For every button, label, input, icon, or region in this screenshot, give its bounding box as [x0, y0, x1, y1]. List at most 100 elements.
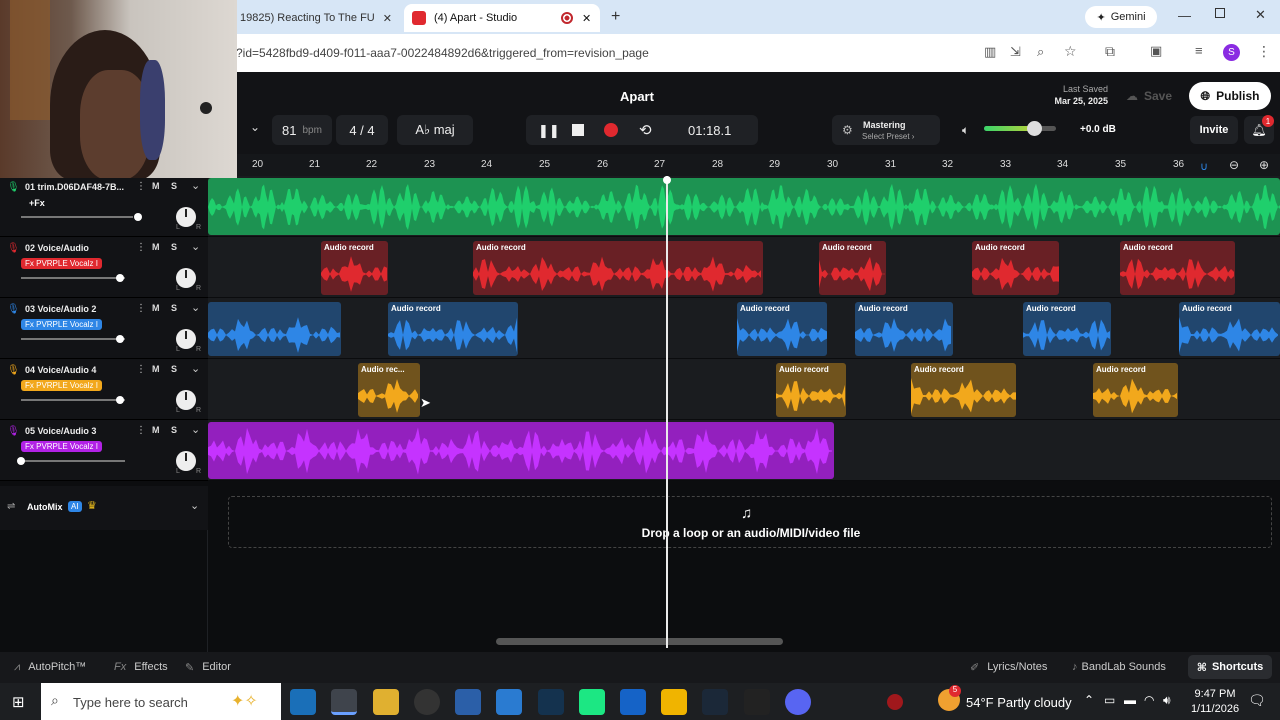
notification-center-icon[interactable]: 🗨︎	[1248, 692, 1266, 709]
clock-time[interactable]: 9:47 PM	[1190, 688, 1240, 700]
track-name[interactable]: 01 trim.D06DAF48-7B...	[25, 182, 124, 192]
bookmark-star-icon[interactable]: ☆	[1064, 43, 1077, 60]
loop-icon[interactable]: ⟲	[639, 121, 652, 139]
window-close-icon[interactable]: ✕	[1255, 7, 1266, 23]
save-button[interactable]: ☁ Save	[1120, 82, 1178, 110]
audio-clip[interactable]	[208, 302, 341, 356]
audio-clip[interactable]: Audio record	[737, 302, 827, 356]
weather-icon[interactable]: 5	[938, 685, 961, 711]
track-header-1[interactable]: 🎙︎ 01 trim.D06DAF48-7B... ⋮ M S ⌄ +Fx L …	[0, 176, 208, 237]
invite-button[interactable]: Invite	[1190, 116, 1238, 144]
mail-icon[interactable]	[496, 689, 522, 715]
app-icon[interactable]	[620, 689, 646, 715]
audio-clip[interactable]: Audio record	[776, 363, 846, 417]
track-name[interactable]: 04 Voice/Audio 4	[25, 365, 96, 375]
master-volume-slider[interactable]	[984, 121, 1056, 136]
shortcuts-button[interactable]: ⌘ Shortcuts	[1188, 655, 1272, 679]
hulu-icon[interactable]	[579, 689, 605, 715]
editor-button[interactable]: ✎ Editor	[185, 661, 231, 674]
mastering-button[interactable]: ⚙︎ Mastering Select Preset ›	[832, 115, 940, 145]
track-volume-slider[interactable]	[21, 335, 125, 343]
track-header-3[interactable]: 🎙︎ 03 Voice/Audio 2 ⋮ M S ⌄ Fx PVRPLE Vo…	[0, 298, 208, 359]
chevron-down-icon[interactable]: ⌄	[190, 499, 199, 512]
mute-button[interactable]: M	[152, 364, 160, 374]
media-controls-icon[interactable]: ≡	[1195, 43, 1203, 58]
audio-clip[interactable]: Audio record	[911, 363, 1016, 417]
audio-clip[interactable]: Audio record	[1023, 302, 1111, 356]
track-menu-icon[interactable]: ⋮	[136, 303, 146, 314]
gemini-button[interactable]: ✦ Gemini	[1085, 6, 1157, 28]
obs-icon[interactable]	[414, 689, 440, 715]
minimize-icon[interactable]: —	[1178, 8, 1191, 23]
track-header-4[interactable]: 🎙︎ 04 Voice/Audio 4 ⋮ M S ⌄ Fx PVRPLE Vo…	[0, 359, 208, 420]
timeline-ruler[interactable]: 20 21 22 23 24 25 26 27 28 29 30 31 32 33 34 35 36	[208, 154, 1280, 176]
track-menu-icon[interactable]: ⋮	[136, 425, 146, 436]
wifi-icon[interactable]: ◠	[1144, 693, 1154, 707]
track-header-5[interactable]: 🎙︎ 05 Voice/Audio 3 ⋮ M S ⌄ Fx PVRPLE Vo…	[0, 420, 208, 481]
track-volume-handle[interactable]	[134, 213, 143, 221]
magnet-snap-icon[interactable]: ∪	[1200, 160, 1208, 173]
close-icon[interactable]: ✕	[582, 12, 591, 25]
extensions-icon[interactable]: ⧉	[1105, 43, 1115, 60]
close-icon[interactable]: ✕	[383, 12, 392, 25]
track-lane-1[interactable]	[208, 176, 1280, 237]
chevron-down-icon[interactable]: ⌄	[191, 179, 200, 192]
fx-preset-badge[interactable]: Fx PVRPLE Vocalz I	[21, 319, 102, 330]
audio-clip[interactable]	[208, 422, 834, 479]
zoom-icon[interactable]: ⌕	[1037, 44, 1044, 60]
volume-icon[interactable]: 🔊︎	[1163, 693, 1171, 708]
track-name[interactable]: 02 Voice/Audio	[25, 243, 89, 253]
audio-clip[interactable]: Audio record	[1093, 363, 1178, 417]
track-volume-slider[interactable]	[21, 274, 125, 282]
effects-button[interactable]: Fx Effects	[114, 661, 168, 673]
track-volume-slider[interactable]	[17, 457, 125, 465]
discord-icon[interactable]	[785, 689, 811, 715]
bpm-field[interactable]: 81 bpm	[272, 115, 332, 145]
mute-button[interactable]: M	[152, 303, 160, 313]
mute-button[interactable]: M	[152, 242, 160, 252]
track-lane-3[interactable]: Audio record Audio record Audio record Audi…	[208, 298, 1280, 359]
track-volume-handle[interactable]	[115, 396, 124, 404]
key-field[interactable]: A♭ maj	[397, 115, 473, 145]
track-header-2[interactable]: 🎙︎ 02 Voice/Audio ⋮ M S ⌄ Fx PVRPLE Voca…	[0, 237, 208, 298]
track-lane-4[interactable]: Audio rec... Audio record Audio record Audi…	[208, 359, 1280, 420]
profile-avatar[interactable]: S	[1223, 44, 1240, 61]
mute-button[interactable]: M	[152, 181, 160, 191]
solo-button[interactable]: S	[171, 242, 177, 252]
track-name[interactable]: 05 Voice/Audio 3	[25, 426, 96, 436]
store-icon[interactable]	[455, 689, 481, 715]
tray-chevron-icon[interactable]: ⌃	[1084, 693, 1094, 707]
track-menu-icon[interactable]: ⋮	[136, 181, 146, 192]
clock-date[interactable]: 1/11/2026	[1186, 703, 1244, 715]
track-name[interactable]: 03 Voice/Audio 2	[25, 304, 96, 314]
sidebar-icon[interactable]: ▣	[1150, 43, 1162, 59]
weather-text[interactable]: 54°F Partly cloudy	[966, 695, 1072, 710]
audio-clip[interactable]: Audio record	[819, 241, 886, 295]
taskbar-search[interactable]: ⌕ Type here to search ✦✧	[41, 683, 281, 720]
track-menu-icon[interactable]: ⋮	[136, 364, 146, 375]
fx-preset-badge[interactable]: Fx PVRPLE Vocalz I	[21, 380, 102, 391]
chevron-down-icon[interactable]: ⌄	[191, 301, 200, 314]
chevron-down-icon[interactable]: ⌄	[191, 362, 200, 375]
project-title[interactable]: Apart	[620, 89, 654, 104]
zoom-out-icon[interactable]: ⊖	[1229, 158, 1239, 172]
track-volume-slider[interactable]	[21, 396, 125, 404]
solo-button[interactable]: S	[171, 303, 177, 313]
lyrics-notes-button[interactable]: ✐ Lyrics/Notes	[970, 661, 1047, 674]
windows-start-icon[interactable]: ⊞	[12, 693, 25, 711]
fx-preset-badge[interactable]: Fx PVRPLE Vocalz I	[21, 441, 102, 452]
solo-button[interactable]: S	[171, 181, 177, 191]
fx-preset-badge[interactable]: +Fx	[25, 197, 49, 209]
audio-clip[interactable]	[208, 178, 1280, 235]
solo-button[interactable]: S	[171, 364, 177, 374]
file-explorer-icon[interactable]	[373, 689, 399, 715]
audio-clip[interactable]: Audio record	[855, 302, 953, 356]
track-volume-handle[interactable]	[115, 274, 124, 282]
audio-clip[interactable]: Audio record	[1179, 302, 1280, 356]
audio-clip[interactable]: Audio record	[473, 241, 763, 295]
chrome-icon[interactable]	[331, 689, 357, 715]
drop-zone[interactable]: ♫ Drop a loop or an audio/MIDI/video fil…	[228, 496, 1272, 548]
track-volume-handle[interactable]	[17, 457, 25, 465]
audio-clip[interactable]: Audio record	[1120, 241, 1235, 295]
steam-icon[interactable]	[702, 689, 728, 715]
